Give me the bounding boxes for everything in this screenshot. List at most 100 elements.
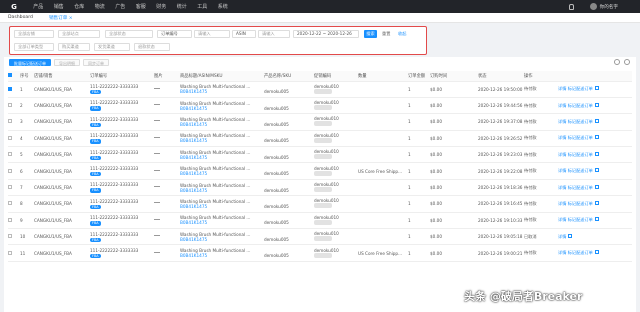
more-icon[interactable] — [594, 135, 599, 140]
site-select[interactable]: 全部站点 — [58, 30, 100, 38]
nav-item[interactable]: 客服 — [131, 3, 152, 10]
asin-link[interactable]: B0B41K1475 — [180, 220, 207, 225]
table-row[interactable]: 8 CANGKU1/US_FBA 111-2222222-3333333 FBA Was… — [8, 195, 632, 213]
row-actions[interactable]: 详情 标记配送订单 — [558, 119, 593, 124]
table-row[interactable]: 5 CANGKU1/US_FBA 111-2222222-3333333 FBA Was… — [8, 146, 632, 164]
row-actions[interactable]: 详情 标记配送订单 — [558, 201, 593, 206]
row-checkbox[interactable] — [8, 119, 12, 124]
table-row[interactable]: 4 CANGKU1/US_FBA 111-2222222-3333333 FBA Was… — [8, 130, 632, 148]
table-row[interactable]: 9 CANGKU1/US_FBA 111-2222222-3333333 FBA Was… — [8, 212, 632, 230]
table-row[interactable]: 2 CANGKU1/US_FBA 111-2222222-3333333 FBA Was… — [8, 97, 632, 115]
bulk-mark-button[interactable]: 批量标记配送订单 — [9, 59, 51, 66]
bell-icon[interactable] — [569, 3, 574, 10]
row-actions[interactable]: 详情 标记配送订单 — [558, 86, 593, 91]
table-row[interactable]: 3 CANGKU1/US_FBA 111-2222222-3333333 FBA Was… — [8, 113, 632, 131]
row-product: demoku010 — [314, 97, 358, 115]
row-actions[interactable]: 详情 标记配送订单 — [558, 152, 593, 157]
more-icon[interactable] — [594, 168, 599, 173]
asin-link[interactable]: B0B41K1475 — [180, 89, 207, 94]
nav-item[interactable]: 销售 — [49, 3, 70, 10]
row-checkbox[interactable] — [8, 103, 12, 108]
row-checkbox[interactable] — [8, 234, 12, 239]
row-checkbox[interactable] — [8, 168, 12, 173]
asin-input[interactable]: 请输入 — [258, 30, 290, 38]
row-checkbox[interactable] — [8, 86, 12, 91]
more-icon[interactable] — [594, 86, 599, 91]
row-time: 2020-12-26 19:44:56 — [478, 97, 524, 115]
asin-link[interactable]: B0B41K1475 — [180, 171, 207, 176]
user-menu[interactable]: 你的名字 — [589, 3, 618, 10]
row-checkbox[interactable] — [8, 250, 12, 255]
tab-sales-orders[interactable]: 销售订单 × — [49, 15, 73, 21]
asin-link[interactable]: B0B41K1475 — [180, 204, 207, 209]
product-image — [154, 202, 160, 205]
row-checkbox[interactable] — [8, 135, 12, 140]
nav-item[interactable]: 系统 — [213, 3, 234, 10]
row-actions[interactable]: 详情 标记配送订单 — [558, 135, 593, 140]
columns-icon[interactable] — [624, 59, 630, 65]
asin-link[interactable]: B0B41K1475 — [180, 188, 207, 193]
asin-link[interactable]: B0B41K1475 — [180, 138, 207, 143]
row-checkbox[interactable] — [8, 201, 12, 206]
asin-link[interactable]: B0B41K1475 — [180, 237, 207, 242]
more-icon[interactable] — [594, 118, 599, 123]
row-product: demoku010 — [314, 179, 358, 197]
table-row[interactable]: 6 CANGKU1/US_FBA 111-2222222-3333333 FBA Was… — [8, 162, 632, 180]
row-actions[interactable]: 详情 标记配送订单 — [558, 217, 593, 222]
asin-link[interactable]: B0B41K1475 — [180, 122, 207, 127]
order-type-select[interactable]: 全部订单类型 — [14, 43, 54, 51]
date-range-picker[interactable]: 2020-12-22 ~ 2020-12-26 — [293, 30, 359, 38]
table-row[interactable]: 11 CANGKU1/US_FBA 111-2222222-3333333 FBA Wa… — [8, 244, 632, 262]
more-icon[interactable] — [594, 151, 599, 156]
status-select[interactable]: 全部状态 — [105, 30, 153, 38]
more-icon[interactable] — [568, 233, 573, 238]
more-icon[interactable] — [594, 217, 599, 222]
order-input[interactable]: 请输入 — [194, 30, 230, 38]
table-row[interactable]: 7 CANGKU1/US_FBA 111-2222222-3333333 FBA Was… — [8, 179, 632, 197]
row-checkbox[interactable] — [8, 217, 12, 222]
nav-item[interactable]: 统计 — [172, 3, 193, 10]
export-button[interactable]: 导出明细 — [54, 59, 80, 66]
row-msku: demoku005 — [264, 113, 314, 131]
shop-select[interactable]: 全部店铺 — [14, 30, 54, 38]
row-actions[interactable]: 详情 标记配送订单 — [558, 103, 593, 108]
row-checkbox[interactable] — [8, 185, 12, 190]
settings-icon[interactable] — [614, 59, 620, 65]
search-type-select[interactable]: 订单编号 — [157, 30, 192, 38]
table-row[interactable]: 10 CANGKU1/US_FBA 111-2222222-3333333 FBA Wa… — [8, 228, 632, 246]
row-amount: $0.00 — [430, 97, 478, 115]
row-index: 8 — [20, 195, 34, 213]
more-icon[interactable] — [594, 102, 599, 107]
row-actions[interactable]: 详情 标记配送订单 — [558, 168, 593, 173]
table-row[interactable]: 1 CANGKU1/US_FBA 111-2222222-3333333 FBA Was… — [8, 81, 632, 98]
refund-status-select[interactable]: 退款状态 — [134, 43, 170, 51]
more-icon[interactable] — [594, 250, 599, 255]
tab-dashboard[interactable]: Dashboard — [8, 15, 33, 20]
collapse-button[interactable]: 收起 — [398, 31, 406, 37]
asin-link[interactable]: B0B41K1475 — [180, 155, 207, 160]
row-promo: US Core Free Shipp... — [358, 162, 408, 180]
nav-item[interactable]: 财务 — [151, 3, 172, 10]
row-qty: 1 — [408, 244, 430, 262]
more-icon[interactable] — [594, 184, 599, 189]
nav-item[interactable]: 广告 — [110, 3, 131, 10]
select-all-checkbox[interactable] — [8, 72, 12, 77]
asin-link[interactable]: B0B41K1475 — [180, 106, 207, 111]
ship-channel-select[interactable]: 发货渠道 — [94, 43, 130, 51]
asin-type-select[interactable]: ASIN — [232, 30, 256, 38]
reset-button[interactable]: 重置 — [382, 31, 390, 37]
row-actions[interactable]: 详情 标记配送订单 — [558, 185, 593, 190]
app-logo[interactable]: G — [0, 0, 28, 13]
nav-item[interactable]: 产品 — [28, 3, 49, 10]
row-actions[interactable]: 详情 — [558, 234, 566, 239]
search-button[interactable]: 搜索 — [364, 30, 377, 38]
nav-item[interactable]: 物流 — [90, 3, 111, 10]
nav-item[interactable]: 仓库 — [69, 3, 90, 10]
asin-link[interactable]: B0B41K1475 — [180, 253, 207, 258]
more-icon[interactable] — [594, 200, 599, 205]
row-checkbox[interactable] — [8, 152, 12, 157]
channel-select[interactable]: 购买渠道 — [58, 43, 90, 51]
row-actions[interactable]: 详情 标记配送订单 — [558, 250, 593, 255]
sync-button[interactable]: 同步订单 — [83, 59, 109, 66]
nav-item[interactable]: 工具 — [192, 3, 213, 10]
